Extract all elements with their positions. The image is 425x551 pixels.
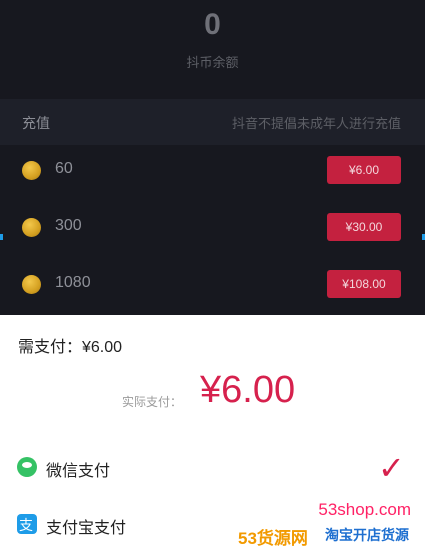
alipay-icon xyxy=(17,514,37,535)
coin-icon xyxy=(22,218,41,237)
watermark-site: 53shop.com xyxy=(318,500,411,519)
coin-amount: 60 xyxy=(55,160,73,177)
coin-icon xyxy=(22,275,41,294)
checkmark-icon: ✓ xyxy=(378,450,405,486)
coin-icon xyxy=(22,161,41,180)
actual-pay-label: 实际支付： xyxy=(122,395,183,409)
recharge-title: 充值 xyxy=(22,115,50,131)
watermark-banner: 53货源网 淘宝开店货源 xyxy=(238,524,425,548)
recharge-header: 充值 抖音不提倡未成年人进行充值 xyxy=(0,99,425,145)
recharge-option[interactable]: 1080 ¥108.00 xyxy=(0,256,425,312)
edge-marker xyxy=(0,234,3,240)
watermark-tagline: 淘宝开店货源 xyxy=(325,527,409,543)
minor-notice: 抖音不提倡未成年人进行充值 xyxy=(231,116,401,131)
balance-value: 0 xyxy=(204,8,221,41)
actual-pay-value: ¥6.00 xyxy=(200,369,296,411)
coin-amount: 300 xyxy=(55,217,82,234)
pay-method-label: 支付宝支付 xyxy=(46,520,127,537)
recharge-panel: 0 抖币余额 充值 抖音不提倡未成年人进行充值 60 ¥6.00 300 ¥30… xyxy=(0,0,425,315)
pay-method-wechat[interactable]: 微信支付 ✓ xyxy=(0,447,425,487)
price-button[interactable]: ¥108.00 xyxy=(327,270,401,298)
balance-label: 抖币余额 xyxy=(186,55,239,70)
pay-method-label: 微信支付 xyxy=(46,463,111,480)
amount-due: 需支付：¥6.00 xyxy=(18,339,123,356)
watermark-brand: 53货源网 xyxy=(238,529,308,548)
recharge-option[interactable]: 60 ¥6.00 xyxy=(0,142,425,198)
coin-amount: 1080 xyxy=(55,274,91,291)
price-button[interactable]: ¥30.00 xyxy=(327,213,401,241)
recharge-option[interactable]: 300 ¥30.00 xyxy=(0,199,425,255)
price-button[interactable]: ¥6.00 xyxy=(327,156,401,184)
wechat-icon xyxy=(17,457,37,477)
